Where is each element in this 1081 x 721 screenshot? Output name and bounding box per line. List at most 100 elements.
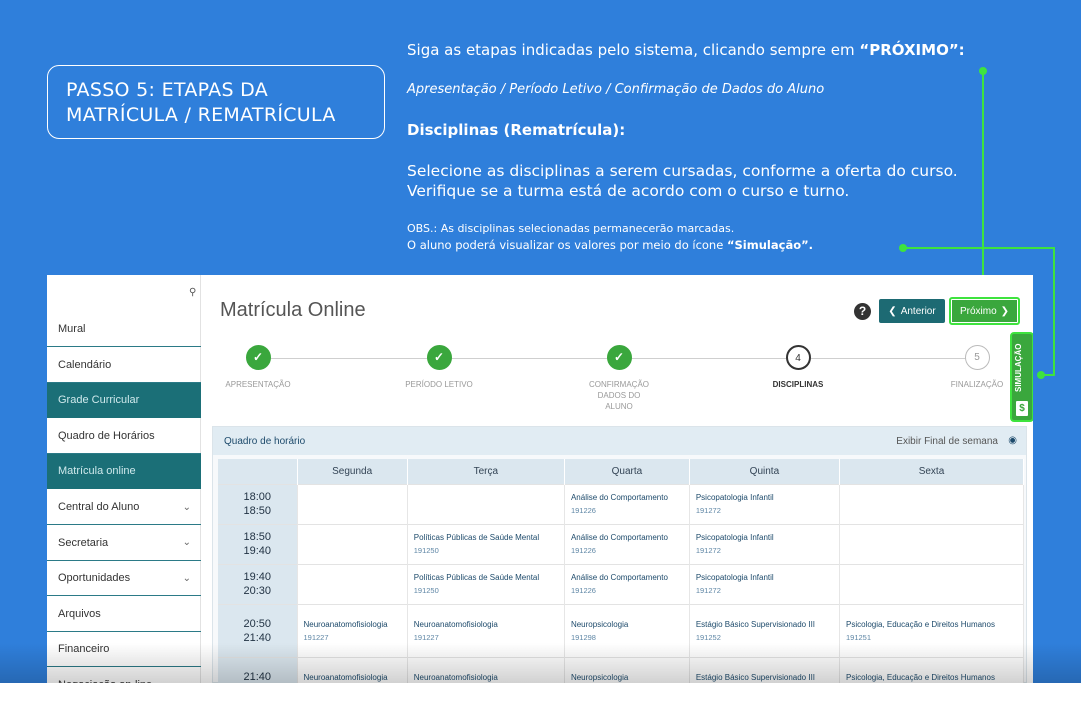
help-icon[interactable]: ?: [854, 303, 871, 320]
course-name: Neuroanatomofisiologia: [413, 672, 498, 682]
next-button-label: Próximo: [959, 305, 997, 317]
sidebar-item-label: Calendário: [58, 358, 112, 371]
course-code: 191251: [845, 632, 872, 642]
class-slot[interactable]: Políticas Públicas de Saúde Mental 191250: [407, 563, 565, 604]
course-code: 191226: [570, 506, 596, 515]
class-slot[interactable]: Psicopatologia Infantil 191272: [689, 523, 840, 564]
instruction-next-bold: “PRÓXIMO”:: [859, 41, 965, 59]
portal-window: ⚲ Mural Calendário Grade Curricular Quadro …: [47, 275, 1033, 683]
next-button[interactable]: Próximo ❯: [952, 300, 1017, 322]
class-slot[interactable]: Estágio Básico Supervisionado III191252: [689, 656, 840, 683]
sidebar-item-mural[interactable]: Mural: [47, 312, 201, 347]
course-name: Neuroanatomofisiologia: [413, 619, 498, 629]
sidebar-item-financeiro[interactable]: Financeiro: [47, 632, 201, 668]
eye-icon[interactable]: ◉: [1008, 435, 1017, 446]
guide-line-next: [982, 71, 984, 282]
class-slot[interactable]: Psicologia, Educação e Direitos Humanos1…: [839, 603, 1025, 657]
class-slot[interactable]: Análise do Comportamento 191226: [564, 563, 690, 604]
day-header-terca: Terça: [407, 459, 565, 484]
sidebar-item-label: Grade Curricular: [58, 394, 140, 407]
pin-icon[interactable]: ⚲: [189, 287, 196, 298]
class-slot[interactable]: Neuropsicologia191298: [564, 656, 690, 683]
class-slot[interactable]: Psicopatologia Infantil 191272: [689, 483, 840, 524]
time-start: 19:40: [243, 571, 272, 583]
sidebar-item-arquivos[interactable]: Arquivos: [47, 597, 201, 632]
instruction-next: Siga as etapas indicadas pelo sistema, c…: [407, 41, 965, 59]
instruction-simulation-text: O aluno poderá visualizar os valores por…: [407, 238, 727, 252]
instruction-simulation: O aluno poderá visualizar os valores por…: [407, 238, 813, 252]
day-header-segunda: Segunda: [297, 459, 408, 484]
time-slot: 18:50 19:40: [218, 523, 298, 564]
course-name: Neuroanatomofisiologia: [303, 672, 388, 682]
class-slot[interactable]: Neuroanatomofisiologia191227: [407, 603, 565, 657]
class-slot[interactable]: Neuroanatomofisiologia 191227: [297, 603, 408, 657]
guide-line-sim-right: [1053, 247, 1055, 376]
step-indicator-disciplinas: 4: [785, 345, 811, 370]
previous-button[interactable]: ❮ Anterior: [879, 299, 945, 323]
instruction-next-text: Siga as etapas indicadas pelo sistema, c…: [407, 41, 860, 59]
course-name: Psicopatologia Infantil: [695, 573, 774, 582]
chevron-left-icon: ❮: [888, 305, 897, 317]
course-code: 191250: [413, 546, 439, 555]
schedule-panel-header: Quadro de horário Exibir Final de semana…: [213, 427, 1026, 455]
sidebar-item-negociacao-on-line[interactable]: Negociação on-line: [47, 668, 201, 683]
sidebar-item-oportunidades[interactable]: Oportunidades ⌄: [47, 561, 201, 597]
sidebar-item-label: Negociação on-line: [58, 679, 152, 683]
class-slot[interactable]: Análise do Comportamento 191226: [564, 483, 690, 524]
class-slot[interactable]: Psicopatologia Infantil 191272: [689, 563, 840, 604]
slide-background: PASSO 5: ETAPAS DA MATRÍCULA / REMATRÍCU…: [0, 0, 1081, 683]
sidebar-item-matricula-online[interactable]: Matrícula online: [47, 454, 201, 490]
time-start: 18:50: [243, 531, 272, 543]
class-slot[interactable]: Neuropsicologia191298: [564, 603, 690, 657]
class-slot[interactable]: Neuroanatomofisiologia191227: [407, 656, 565, 683]
course-code: 191272: [695, 586, 721, 595]
course-code: 191298: [570, 632, 596, 642]
course-code: 191252: [695, 632, 721, 642]
course-name: Políticas Públicas de Saúde Mental: [413, 573, 540, 582]
step-label-confirmacao-dados-do-aluno: CONFIRMAÇÃO DADOS DO ALUNO: [589, 380, 649, 411]
chevron-down-icon: ⌄: [182, 572, 191, 584]
schedule-header-row: Segunda Terça Quarta Quinta Sexta: [218, 459, 1025, 484]
show-weekend-link[interactable]: Exibir Final de semana: [896, 436, 998, 447]
instruction-note: OBS.: As disciplinas selecionadas perman…: [407, 222, 735, 235]
table-row: 19:40 20:30 Políticas Públicas de Saúde Me…: [218, 563, 1025, 604]
time-slot: 18:00 18:50: [218, 483, 298, 524]
chevron-down-icon: ⌄: [182, 537, 191, 549]
sidebar-item-secretaria[interactable]: Secretaria ⌄: [47, 526, 201, 561]
table-row: 20:50 21:40 Neuroanatomofisiologia 191227 Ne…: [218, 603, 1025, 657]
step-label-periodo-letivo: PERÍODO LETIVO: [405, 380, 473, 389]
next-button-highlight: Próximo ❯: [949, 297, 1020, 325]
dollar-icon: $: [1016, 401, 1028, 416]
table-row: 18:50 19:40 Políticas Públicas de Saúde Me…: [218, 523, 1025, 564]
chevron-right-icon: ❯: [1000, 305, 1010, 317]
class-slot[interactable]: Análise do Comportamento 191226: [564, 523, 690, 564]
schedule-body: 18:00 18:50 Análise do Comportamento 191226…: [218, 483, 1025, 683]
chevron-down-icon: ⌄: [182, 501, 191, 513]
class-slot[interactable]: Neuroanatomofisiologia191227: [297, 656, 408, 683]
time-end: 19:40: [243, 545, 272, 557]
time-slot: 19:40 20:30: [218, 563, 298, 604]
class-slot[interactable]: Estágio Básico Supervisionado III191252: [689, 603, 840, 657]
course-code: 191272: [695, 546, 721, 555]
empty-slot: [839, 483, 1025, 524]
time-end: 20:30: [243, 585, 272, 597]
sidebar-item-central-do-aluno[interactable]: Central do Aluno ⌄: [47, 490, 201, 525]
course-code: 191227: [303, 632, 329, 642]
time-column-header: [218, 459, 298, 484]
day-header-quarta: Quarta: [564, 459, 690, 484]
sidebar-item-label: Central do Aluno: [58, 501, 140, 513]
course-name: Neuroanatomofisiologia: [303, 619, 388, 629]
schedule-title: Quadro de horário: [224, 436, 306, 447]
day-header-sexta: Sexta: [839, 459, 1025, 484]
class-slot[interactable]: Políticas Públicas de Saúde Mental 191250: [407, 523, 565, 564]
sidebar-item-calendario[interactable]: Calendário: [47, 348, 201, 383]
empty-slot: [297, 483, 408, 524]
sidebar-item-grade-curricular[interactable]: Grade Curricular: [47, 383, 201, 419]
empty-slot: [839, 563, 1025, 604]
empty-slot: [839, 523, 1025, 564]
course-name: Análise do Comportamento: [570, 493, 668, 502]
sidebar-item-quadro-de-horarios[interactable]: Quadro de Horários: [47, 419, 201, 454]
course-name: Psicopatologia Infantil: [695, 533, 774, 542]
class-slot[interactable]: Psicologia, Educação e Direitos Humanos1…: [839, 656, 1025, 683]
simulation-button[interactable]: SIMULAÇÃO $: [1010, 332, 1033, 422]
